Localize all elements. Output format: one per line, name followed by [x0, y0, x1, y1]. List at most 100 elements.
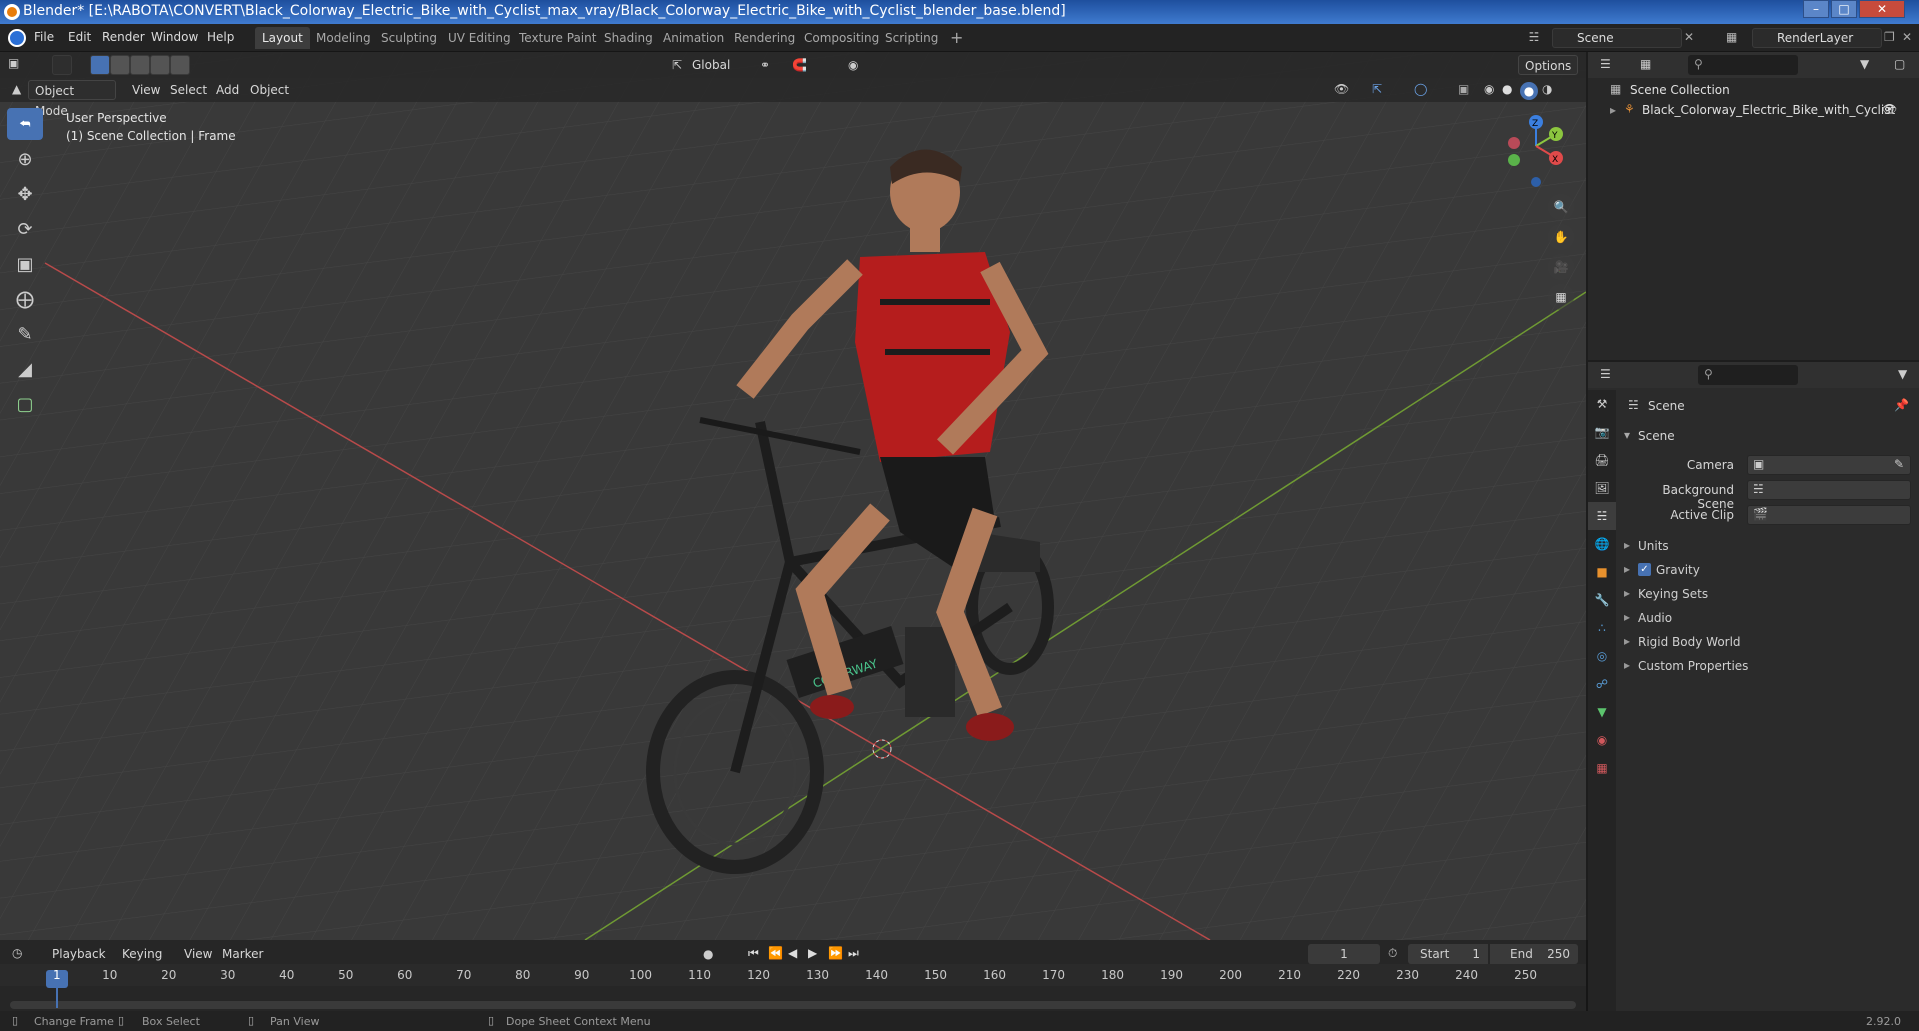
- constraints-tab-icon[interactable]: ☍: [1588, 670, 1616, 698]
- clock-icon[interactable]: ⏱: [1388, 946, 1397, 961]
- renderlayer-unlink-icon[interactable]: ✕: [1902, 30, 1912, 44]
- world-tab-icon[interactable]: 🌐: [1588, 530, 1616, 558]
- new-collection-icon[interactable]: ▢: [1894, 57, 1905, 71]
- scene-selector[interactable]: Scene: [1552, 28, 1682, 48]
- expand-arrow-icon[interactable]: ▸: [1610, 103, 1616, 117]
- panel-keying-sets[interactable]: ▸ Keying Sets: [1622, 584, 1912, 604]
- minimize-button[interactable]: –: [1803, 0, 1829, 18]
- jump-end-icon[interactable]: ⏭: [848, 946, 859, 961]
- perspective-toggle-icon[interactable]: ▦: [1548, 284, 1574, 310]
- move-tool-icon[interactable]: ✥: [7, 178, 43, 210]
- cursor-tool-icon[interactable]: ⊕: [7, 143, 43, 175]
- tab-texture-paint[interactable]: Texture Paint: [512, 27, 603, 49]
- pin-icon[interactable]: 📌: [1894, 398, 1909, 412]
- menu-view[interactable]: View: [126, 80, 166, 100]
- rotate-tool-icon[interactable]: ⟳: [7, 213, 43, 245]
- wireframe-shading-icon[interactable]: ◉: [1484, 82, 1494, 96]
- zoom-icon[interactable]: 🔍: [1548, 194, 1574, 220]
- select-mode-invert-icon[interactable]: [150, 55, 170, 75]
- properties-search-input[interactable]: ⚲: [1698, 365, 1798, 385]
- properties-options-icon[interactable]: ▼: [1898, 367, 1907, 381]
- view-layer-tab-icon[interactable]: 🖼: [1588, 474, 1616, 502]
- material-shading-icon[interactable]: ●: [1520, 82, 1538, 100]
- scene-panel-title[interactable]: Scene: [1638, 429, 1675, 443]
- overlay-toggle-icon[interactable]: ◯: [1414, 82, 1427, 96]
- properties-editor-icon[interactable]: ☰: [1600, 367, 1611, 381]
- end-frame-field[interactable]: End 250: [1490, 944, 1578, 964]
- active-clip-field[interactable]: 🎬: [1747, 505, 1911, 525]
- menu-select[interactable]: Select: [164, 80, 213, 100]
- add-cube-tool-icon[interactable]: ▢: [7, 388, 43, 420]
- proportional-edit-icon[interactable]: ◉: [848, 58, 858, 72]
- blender-menu-icon[interactable]: [8, 29, 26, 47]
- camera-field[interactable]: ▣ ✎: [1747, 455, 1911, 475]
- menu-help[interactable]: Help: [207, 30, 234, 44]
- particles-tab-icon[interactable]: ∴: [1588, 614, 1616, 642]
- display-mode-icon[interactable]: ▦: [1640, 57, 1651, 71]
- tab-layout[interactable]: Layout: [255, 27, 310, 49]
- outliner-row-scene-collection[interactable]: ▦ Scene Collection: [1610, 80, 1910, 100]
- modifier-tab-icon[interactable]: 🔧: [1588, 586, 1616, 614]
- outliner-search-input[interactable]: ⚲: [1688, 55, 1798, 75]
- panel-gravity[interactable]: ▸ ✓ Gravity: [1622, 560, 1912, 580]
- scene-icon[interactable]: ☵: [1526, 30, 1542, 44]
- menu-timeline-view[interactable]: View: [178, 944, 218, 964]
- panel-rigid-body-world[interactable]: ▸ Rigid Body World: [1622, 632, 1912, 652]
- select-box-tool-icon[interactable]: ⮪: [7, 108, 43, 140]
- rendered-shading-icon[interactable]: ◑: [1542, 82, 1552, 96]
- visibility-eye-icon[interactable]: 👁: [1882, 102, 1897, 116]
- menu-render[interactable]: Render: [102, 30, 145, 44]
- menu-keying[interactable]: Keying: [116, 944, 168, 964]
- render-tab-icon[interactable]: 📷: [1588, 418, 1616, 446]
- 3d-viewport[interactable]: COLORWAY: [0, 52, 1586, 940]
- options-dropdown[interactable]: Options: [1518, 55, 1579, 75]
- object-tab-icon[interactable]: ■: [1588, 558, 1616, 586]
- menu-edit[interactable]: Edit: [68, 30, 91, 44]
- jump-start-icon[interactable]: ⏮: [748, 946, 759, 961]
- material-tab-icon[interactable]: ◉: [1588, 726, 1616, 754]
- eyedropper-icon[interactable]: ✎: [1894, 457, 1904, 471]
- outliner-row-object[interactable]: ▸ ⚘ Black_Colorway_Electric_Bike_with_Cy…: [1610, 100, 1919, 120]
- menu-add[interactable]: Add: [210, 80, 245, 100]
- renderlayer-icon[interactable]: ▦: [1726, 30, 1737, 44]
- play-icon[interactable]: ▶: [808, 946, 817, 960]
- timeline-scrollbar[interactable]: [10, 1001, 1576, 1009]
- outliner-editor-icon[interactable]: ☰: [1600, 57, 1611, 71]
- tab-uv-editing[interactable]: UV Editing: [441, 27, 518, 49]
- snap-icon[interactable]: 🧲: [792, 58, 807, 72]
- menu-window[interactable]: Window: [151, 30, 198, 44]
- editor-type-icon[interactable]: ▣: [8, 56, 19, 70]
- panel-audio[interactable]: ▸ Audio: [1622, 608, 1912, 628]
- transform-tool-icon[interactable]: ⨁: [7, 283, 43, 315]
- timeline-editor-icon[interactable]: ◷: [12, 946, 22, 960]
- add-workspace-icon[interactable]: +: [943, 27, 970, 49]
- maximize-button[interactable]: □: [1831, 0, 1857, 18]
- camera-view-icon[interactable]: 🎥: [1548, 254, 1574, 280]
- play-reverse-icon[interactable]: ◀: [788, 946, 797, 960]
- menu-playback[interactable]: Playback: [46, 944, 112, 964]
- physics-tab-icon[interactable]: ◎: [1588, 642, 1616, 670]
- tool-tab-icon[interactable]: ⚒: [1588, 390, 1616, 418]
- scale-tool-icon[interactable]: ▣: [7, 248, 43, 280]
- tab-compositing[interactable]: Compositing: [797, 27, 886, 49]
- select-mode-subtract-icon[interactable]: [130, 55, 150, 75]
- background-scene-field[interactable]: ☵: [1747, 480, 1911, 500]
- gravity-checkbox[interactable]: ✓: [1638, 563, 1651, 576]
- measure-tool-icon[interactable]: ◢: [7, 353, 43, 385]
- navigation-gizmo[interactable]: Z Y X: [1490, 108, 1570, 188]
- filter-icon[interactable]: ▼: [1860, 57, 1869, 71]
- menu-object[interactable]: Object: [244, 80, 295, 100]
- data-tab-icon[interactable]: ▼: [1588, 698, 1616, 726]
- record-icon[interactable]: ●: [703, 947, 713, 961]
- panel-units[interactable]: ▸ Units: [1622, 536, 1912, 556]
- select-mode-new-icon[interactable]: [90, 55, 110, 75]
- tab-modeling[interactable]: Modeling: [309, 27, 378, 49]
- prev-keyframe-icon[interactable]: ⏪: [768, 946, 783, 960]
- xray-toggle-icon[interactable]: ▣: [1458, 82, 1469, 96]
- pivot-icon[interactable]: ⚭: [760, 58, 770, 72]
- scene-panel-arrow-icon[interactable]: ▾: [1624, 428, 1630, 442]
- mode-dropdown[interactable]: Object Mode: [28, 80, 116, 118]
- current-frame-field[interactable]: 1: [1308, 944, 1380, 964]
- renderlayer-copy-icon[interactable]: ❐: [1884, 30, 1895, 44]
- scene-tab-icon[interactable]: ☵: [1588, 502, 1616, 530]
